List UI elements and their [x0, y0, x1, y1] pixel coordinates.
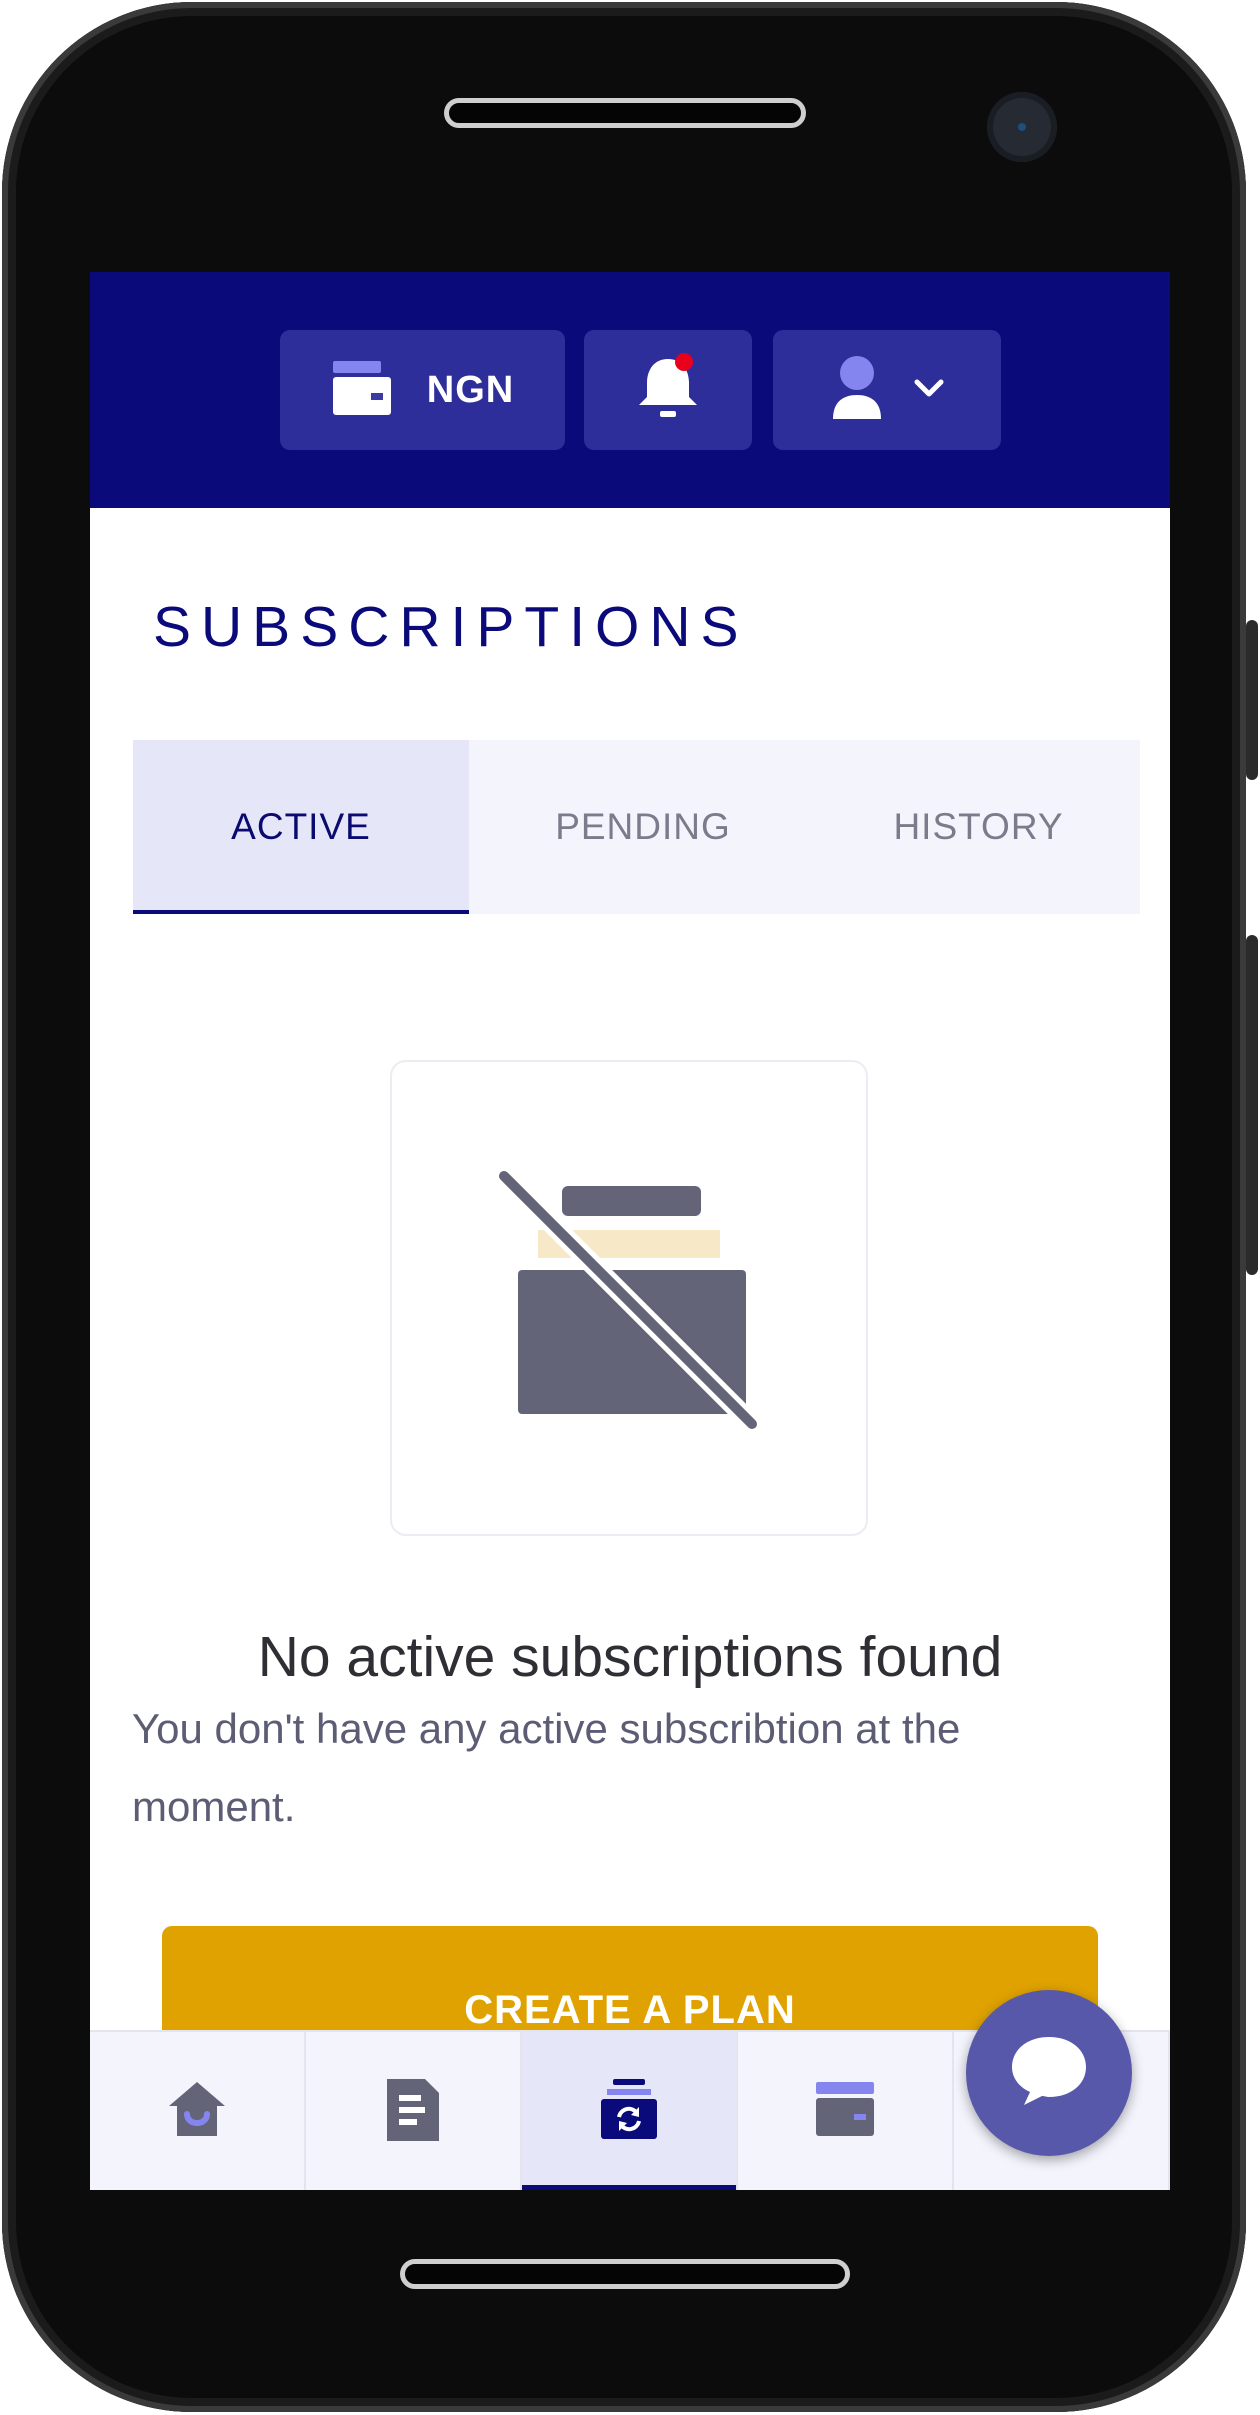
tab-history[interactable]: HISTORY	[817, 740, 1140, 914]
nav-item-documents[interactable]	[306, 2032, 522, 2190]
currency-label: NGN	[426, 368, 515, 411]
bottom-speaker	[400, 2259, 850, 2289]
bell-icon	[635, 352, 701, 428]
chat-bubble-icon	[1008, 2033, 1090, 2114]
empty-state-title: No active subscriptions found	[257, 1625, 1003, 1689]
home-icon	[167, 2080, 227, 2143]
top-bar: NGN	[90, 272, 1170, 508]
chat-button[interactable]	[966, 1990, 1132, 2156]
tab-pending[interactable]: PENDING	[469, 740, 817, 914]
notifications-button[interactable]	[584, 330, 752, 450]
wallet-icon	[814, 2080, 876, 2143]
earpiece-speaker	[444, 98, 806, 128]
chevron-down-icon	[914, 378, 944, 403]
nav-item-subscriptions[interactable]	[522, 2032, 738, 2190]
page-title: SUBSCRIPTIONS	[153, 595, 749, 659]
document-icon	[383, 2075, 443, 2148]
nav-item-home[interactable]	[90, 2032, 306, 2190]
front-camera	[987, 92, 1057, 162]
power-button	[1246, 935, 1258, 1275]
tab-active[interactable]: ACTIVE	[133, 740, 469, 914]
subscriptions-icon	[599, 2077, 659, 2146]
user-icon	[830, 355, 888, 426]
currency-wallet-button[interactable]: NGN	[280, 330, 565, 450]
user-menu-button[interactable]	[773, 330, 1001, 450]
no-subscriptions-icon	[392, 1062, 870, 1543]
empty-state-card	[390, 1060, 868, 1536]
nav-item-wallet[interactable]	[738, 2032, 954, 2190]
app-screen: NGN SUBSCRIPTIONS ACTIVE PENDING HISTORY…	[90, 272, 1170, 2190]
subscription-tabs: ACTIVE PENDING HISTORY	[133, 740, 1140, 914]
volume-button	[1246, 620, 1258, 780]
wallet-icon	[331, 359, 393, 422]
empty-state-description: You don't have any active subscribtion a…	[132, 1705, 961, 1830]
